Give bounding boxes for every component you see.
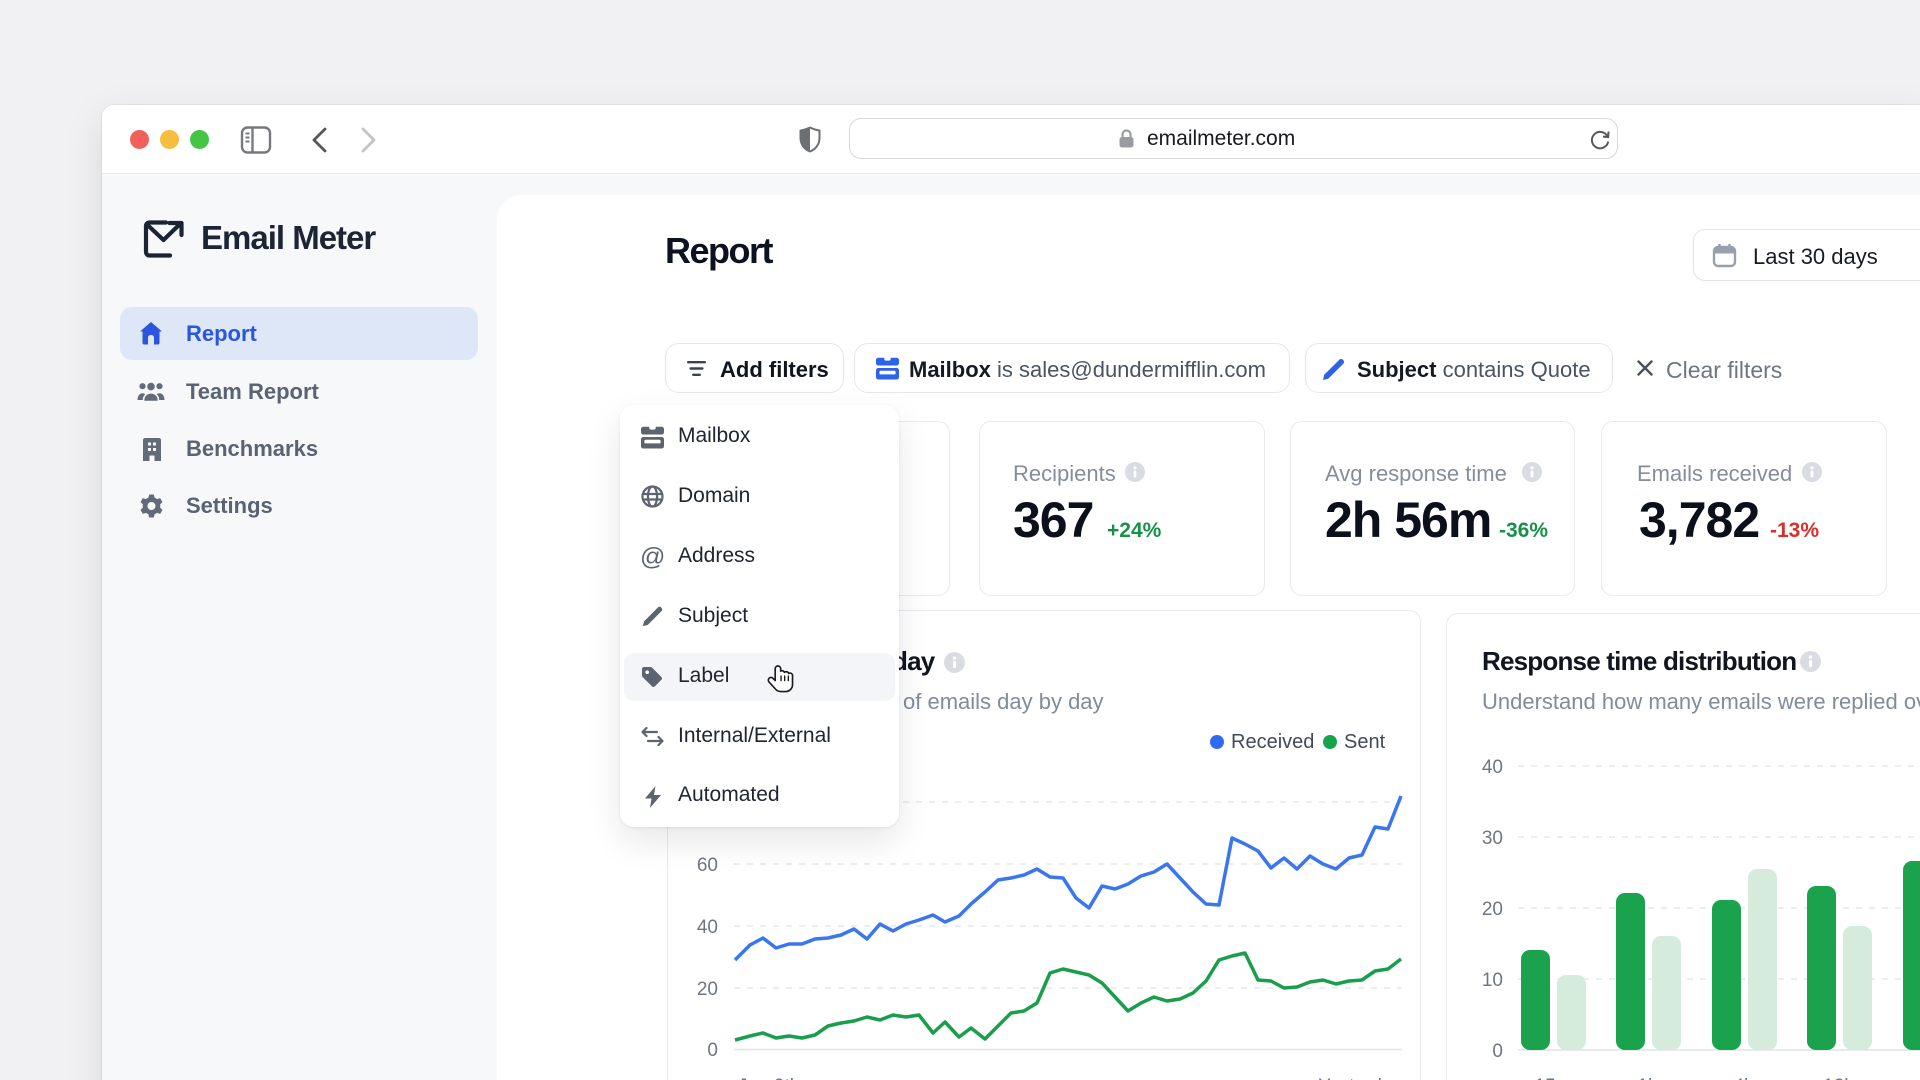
svg-text:60: 60 bbox=[697, 855, 718, 876]
svg-text:4h: 4h bbox=[1733, 1076, 1754, 1080]
svg-text:12h: 12h bbox=[1823, 1076, 1855, 1080]
svg-text:Yesterday: Yesterday bbox=[1318, 1076, 1402, 1080]
svg-text:20: 20 bbox=[697, 979, 718, 1000]
svg-text:0: 0 bbox=[1492, 1041, 1503, 1062]
svg-text:10: 10 bbox=[1482, 970, 1503, 991]
svg-text:1h: 1h bbox=[1637, 1076, 1658, 1080]
svg-text:40: 40 bbox=[1482, 757, 1503, 778]
svg-text:Jan 9th: Jan 9th bbox=[738, 1076, 800, 1080]
svg-text:15m: 15m bbox=[1535, 1076, 1572, 1080]
svg-text:40: 40 bbox=[697, 917, 718, 938]
svg-text:30: 30 bbox=[1482, 828, 1503, 849]
svg-text:20: 20 bbox=[1482, 899, 1503, 920]
svg-text:0: 0 bbox=[707, 1040, 718, 1061]
